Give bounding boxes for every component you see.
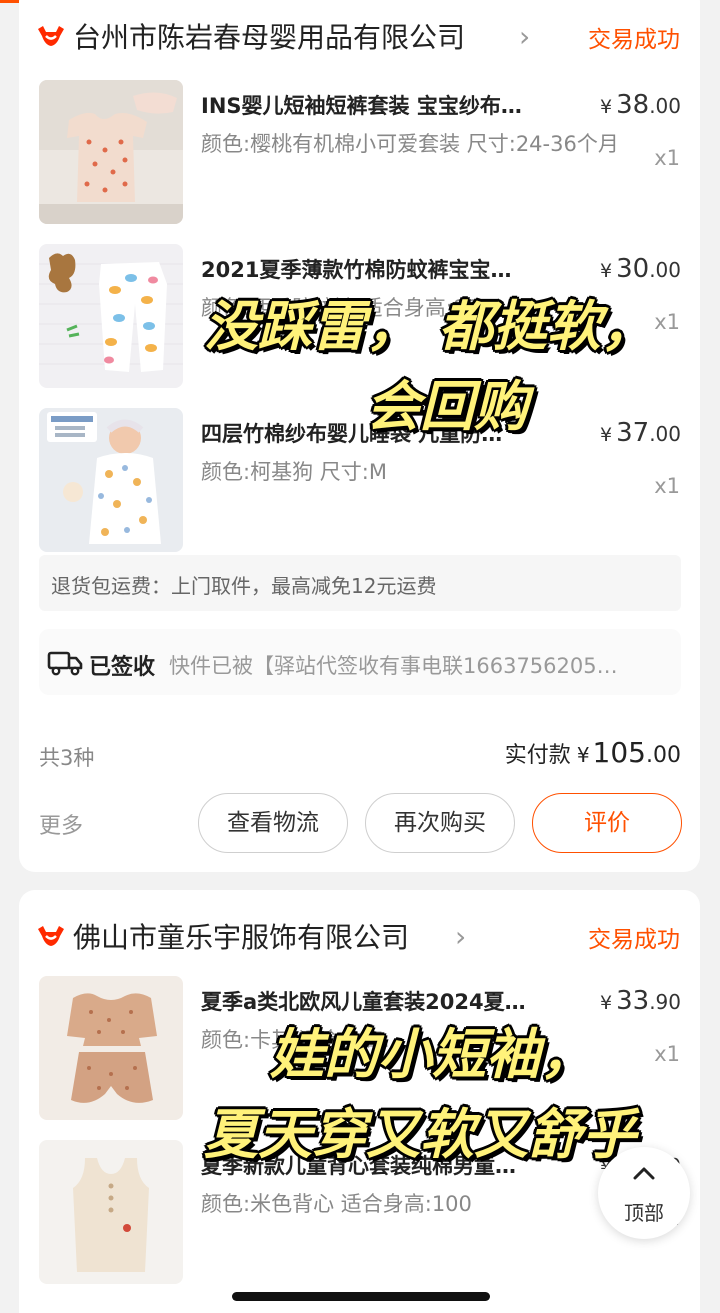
return-shipping-text: 退货包运费：上门取件，最高减免12元运费 bbox=[51, 574, 437, 598]
truck-icon bbox=[47, 651, 83, 676]
logistics-status: 已签收 bbox=[89, 655, 156, 680]
product-image[interactable] bbox=[39, 1140, 183, 1284]
chevron-right-icon[interactable]: › bbox=[519, 20, 530, 53]
view-logistics-button[interactable]: 查看物流 bbox=[198, 793, 348, 853]
home-indicator[interactable] bbox=[232, 1292, 490, 1301]
back-to-top-label: 顶部 bbox=[624, 1201, 664, 1225]
shop-name[interactable]: 台州市陈岩春母婴用品有限公司 bbox=[73, 16, 465, 56]
product-quantity: x1 bbox=[654, 310, 680, 334]
chevron-up-icon bbox=[633, 1167, 655, 1180]
product-image[interactable] bbox=[39, 244, 183, 388]
product-price: ¥38.00 bbox=[600, 90, 681, 120]
chevron-right-icon[interactable]: › bbox=[455, 920, 466, 953]
shop-header[interactable]: 台州市陈岩春母婴用品有限公司 › 交易成功 bbox=[19, 10, 700, 60]
order-status: 交易成功 bbox=[588, 927, 680, 953]
paid-amount: 实付款 ¥105.00 bbox=[504, 736, 681, 769]
product-sku: 颜色:樱桃有机棉小可爱套装 尺寸:24-36个月 bbox=[201, 132, 619, 156]
shop-name[interactable]: 佛山市童乐宇服饰有限公司 bbox=[73, 916, 409, 956]
caption-line: 没踩雷， 都挺软， bbox=[204, 295, 655, 358]
product-image[interactable] bbox=[39, 408, 183, 552]
shop-badge-icon bbox=[38, 26, 64, 46]
product-price: ¥30.00 bbox=[600, 254, 681, 284]
order-status: 交易成功 bbox=[588, 27, 680, 53]
more-button[interactable]: 更多 bbox=[39, 808, 83, 840]
product-quantity: x1 bbox=[654, 1042, 680, 1066]
back-to-top-button[interactable]: 顶部 bbox=[598, 1147, 690, 1239]
caption-line: 娃的小短袖， bbox=[270, 1023, 594, 1086]
product-price: ¥37.00 bbox=[600, 418, 681, 448]
product-sku: 颜色:柯基狗 尺寸:M bbox=[201, 460, 387, 484]
review-button[interactable]: 评价 bbox=[532, 793, 682, 853]
item-count: 共3种 bbox=[39, 746, 95, 770]
buy-again-button[interactable]: 再次购买 bbox=[365, 793, 515, 853]
caption-line: 会回购 bbox=[366, 375, 528, 438]
caption-line: 夏天穿又软又舒乎 bbox=[204, 1103, 636, 1166]
logistics-summary[interactable]: 已签收 快件已被【驿站代签收有事电联1663756205… bbox=[39, 629, 681, 695]
product-price: ¥33.90 bbox=[600, 986, 681, 1016]
product-image[interactable] bbox=[39, 976, 183, 1120]
return-shipping-notice: 退货包运费：上门取件，最高减免12元运费 bbox=[39, 555, 681, 611]
order-item[interactable]: INS婴儿短袖短裤套装 宝宝纱布… 颜色:樱桃有机棉小可爱套装 尺寸:24-36… bbox=[19, 80, 700, 226]
shop-header[interactable]: 佛山市童乐宇服饰有限公司 › 交易成功 bbox=[19, 910, 700, 960]
product-sku: 颜色:米色背心 适合身高:100 bbox=[201, 1192, 472, 1216]
logistics-detail[interactable]: 快件已被【驿站代签收有事电联1663756205… bbox=[169, 650, 669, 680]
product-image[interactable] bbox=[39, 80, 183, 224]
order-card-1: 台州市陈岩春母婴用品有限公司 › 交易成功 INS婴儿短袖短裤套装 宝宝纱布… … bbox=[19, 0, 700, 872]
product-quantity: x1 bbox=[654, 146, 680, 170]
product-title[interactable]: 2021夏季薄款竹棉防蚊裤宝宝… bbox=[201, 254, 561, 284]
product-quantity: x1 bbox=[654, 474, 680, 498]
product-title[interactable]: INS婴儿短袖短裤套装 宝宝纱布… bbox=[201, 90, 561, 120]
shop-badge-icon bbox=[38, 926, 64, 946]
order-item[interactable]: 四层竹棉纱布婴儿睡袋 儿童防… 颜色:柯基狗 尺寸:M ¥37.00 x1 bbox=[19, 408, 700, 554]
